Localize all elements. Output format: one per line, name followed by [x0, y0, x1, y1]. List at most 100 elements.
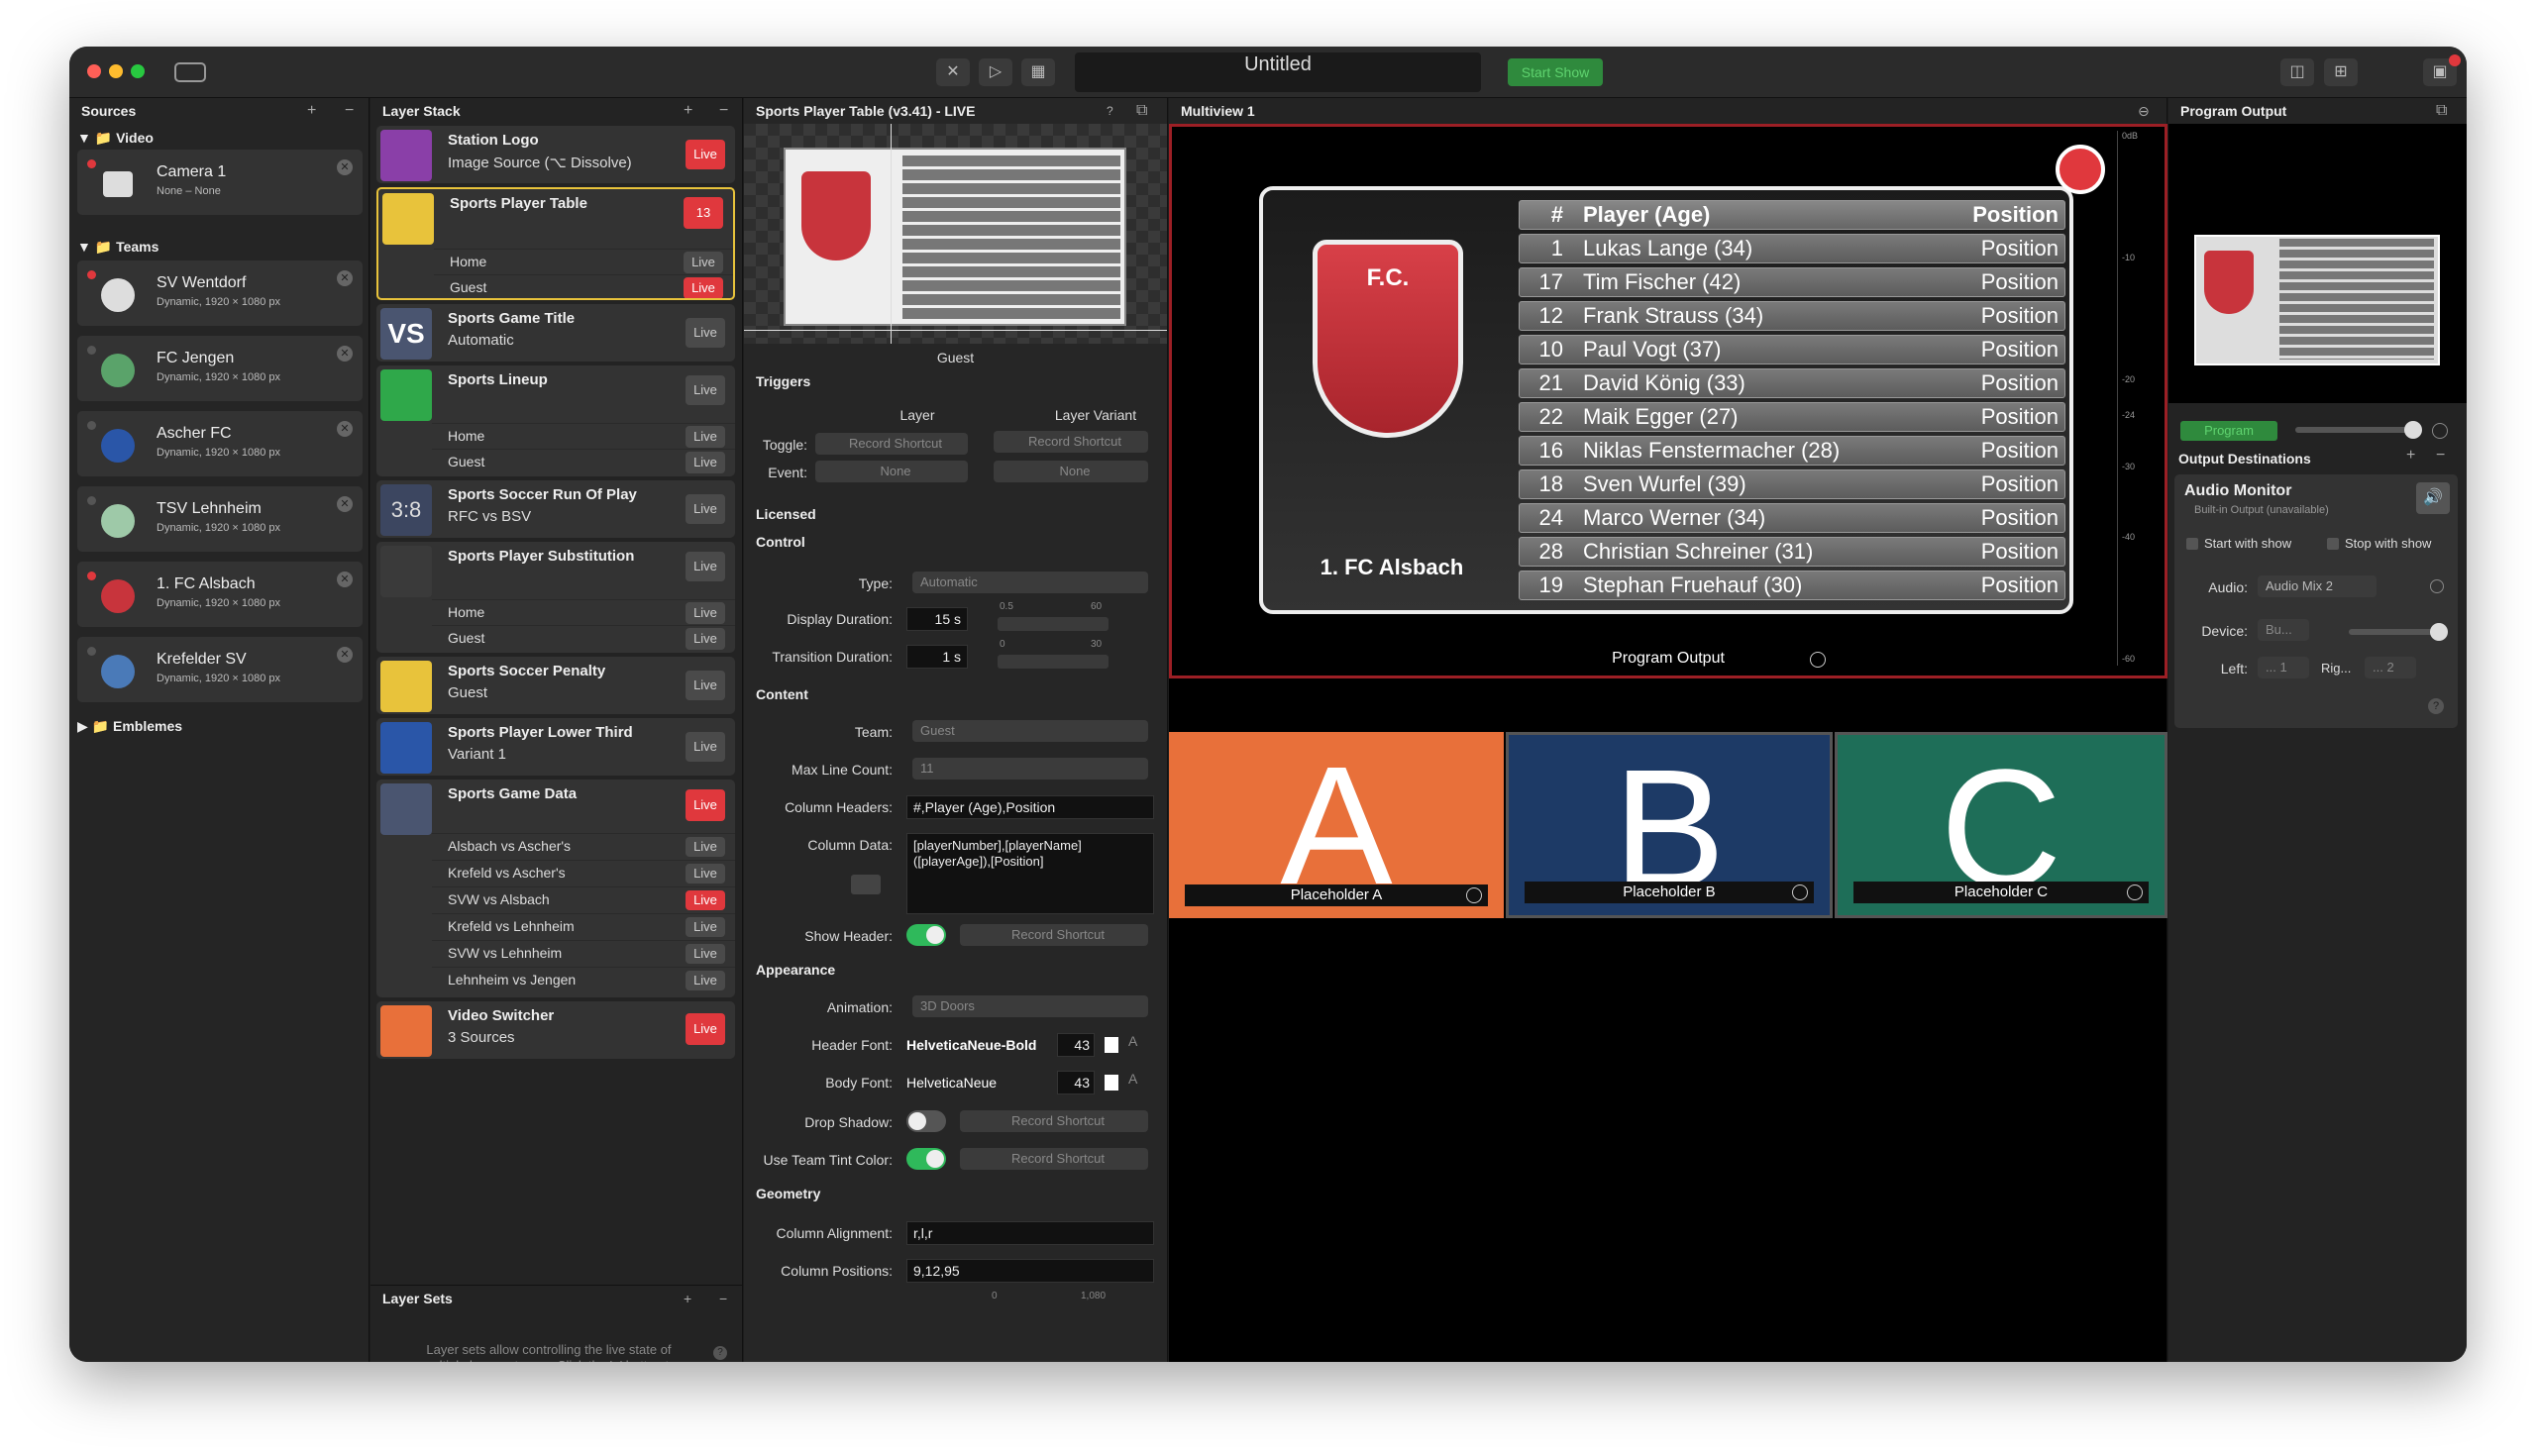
remove-icon[interactable]: ✕ — [337, 572, 353, 587]
group-video[interactable]: ▼ 📁 Video — [77, 130, 154, 147]
column-positions-field[interactable]: 9,12,95 — [906, 1259, 1154, 1283]
more-options-icon[interactable] — [1466, 887, 1482, 903]
color-swatch[interactable] — [1105, 1037, 1118, 1053]
live-button[interactable]: Live — [686, 628, 725, 650]
more-options-icon[interactable] — [2430, 579, 2444, 593]
folder-icon[interactable] — [851, 875, 881, 894]
variant-row[interactable]: Home Live — [432, 599, 735, 625]
group-emblemes[interactable]: ▶ 📁 Emblemes — [77, 718, 182, 735]
variant-row[interactable]: SVW vs Alsbach Live — [432, 886, 735, 912]
show-header-shortcut[interactable]: Record Shortcut — [960, 924, 1148, 946]
variant-row[interactable]: SVW vs Lehnheim Live — [432, 940, 735, 966]
display-duration-slider[interactable] — [998, 617, 1109, 631]
add-layer-set-button[interactable]: + — [684, 1286, 691, 1311]
more-options-icon[interactable] — [2127, 884, 2143, 900]
variant-row[interactable]: Alsbach vs Ascher's Live — [432, 833, 735, 859]
device-select[interactable]: Bu... — [2258, 619, 2309, 641]
live-button[interactable]: Live — [686, 494, 725, 524]
layer-sports-player-lower-third[interactable]: Sports Player Lower Third Variant 1 Live — [376, 718, 735, 776]
popout-icon[interactable]: ⧉ — [1136, 98, 1147, 124]
live-button[interactable]: Live — [686, 732, 725, 762]
variant-event-select[interactable]: None — [994, 461, 1148, 482]
layout-grid-icon[interactable]: ⊞ — [2324, 58, 2358, 86]
header-font-value[interactable]: HelveticaNeue-Bold — [906, 1037, 1036, 1053]
max-line-select[interactable]: 11 — [912, 758, 1148, 780]
layer-sports-soccer-run-of-play[interactable]: 3:8 Sports Soccer Run Of Play RFC vs BSV… — [376, 480, 735, 538]
drop-shadow-shortcut[interactable]: Record Shortcut — [960, 1110, 1148, 1132]
source-camera-1[interactable]: Camera 1 None – None ✕ — [77, 150, 363, 215]
popout-icon[interactable]: ⧉ — [2436, 98, 2447, 124]
audio-monitor-card[interactable]: Audio Monitor Built-in Output (unavailab… — [2174, 474, 2458, 728]
help-icon[interactable]: ? — [713, 1346, 727, 1360]
color-swatch[interactable] — [1105, 1075, 1118, 1091]
program-button[interactable]: Program — [2180, 421, 2277, 441]
live-button[interactable]: Live — [686, 318, 725, 348]
drop-shadow-toggle[interactable] — [906, 1110, 946, 1132]
live-button[interactable]: Live — [686, 971, 725, 990]
volume-slider[interactable] — [2295, 421, 2422, 439]
add-source-button[interactable]: + — [307, 98, 316, 124]
live-button[interactable]: Live — [686, 789, 725, 821]
variant-row[interactable]: Krefeld vs Ascher's Live — [432, 860, 735, 885]
source-ascher-fc[interactable]: Ascher FC Dynamic, 1920 × 1080 px ✕ — [77, 411, 363, 476]
variant-row[interactable]: Lehnheim vs Jengen Live — [432, 967, 735, 992]
help-icon[interactable]: ? — [1107, 98, 1113, 124]
right-channel-select[interactable]: ... 2 — [2365, 657, 2416, 678]
more-options-icon[interactable] — [1792, 884, 1808, 900]
remove-icon[interactable]: ✕ — [337, 647, 353, 663]
remove-destination-button[interactable]: − — [2436, 447, 2445, 465]
source-tsv-lehnheim[interactable]: TSV Lehnheim Dynamic, 1920 × 1080 px ✕ — [77, 486, 363, 552]
live-button[interactable]: Live — [686, 375, 725, 405]
show-header-toggle[interactable] — [906, 924, 946, 946]
more-options-icon[interactable] — [1810, 652, 1826, 668]
placeholder-c[interactable]: C Placeholder C — [1835, 732, 2167, 918]
live-button[interactable]: Live — [684, 252, 723, 273]
layout-single-icon[interactable]: ◫ — [2280, 58, 2314, 86]
clear-icon[interactable]: ✕ — [936, 58, 970, 86]
variant-row[interactable]: Guest Live — [434, 274, 733, 298]
more-options-icon[interactable]: ⊖ — [2138, 98, 2150, 124]
source-fc-jengen[interactable]: FC Jengen Dynamic, 1920 × 1080 px ✕ — [77, 336, 363, 401]
transition-duration-field[interactable]: 1 s — [906, 645, 968, 669]
header-font-size[interactable]: 43 — [1057, 1033, 1095, 1057]
more-options-icon[interactable] — [2432, 423, 2448, 439]
live-button[interactable]: Live — [686, 426, 725, 448]
live-button[interactable]: Live — [686, 552, 725, 581]
live-button[interactable]: Live — [686, 944, 725, 964]
live-button[interactable]: Live — [684, 277, 723, 298]
layer-sports-player-table[interactable]: Sports Player Table 13 Home Live Guest Liv… — [376, 187, 735, 300]
type-select[interactable]: Automatic — [912, 572, 1148, 593]
live-button[interactable]: Live — [686, 890, 725, 910]
variant-row[interactable]: Guest Live — [432, 449, 735, 474]
layer-station-logo[interactable]: Station Logo Image Source (⌥ Dissolve) L… — [376, 126, 735, 183]
live-button[interactable]: Live — [686, 452, 725, 473]
animation-select[interactable]: 3D Doors — [912, 995, 1148, 1017]
remove-layer-set-button[interactable]: − — [719, 1286, 727, 1311]
remove-icon[interactable]: ✕ — [337, 496, 353, 512]
remove-layer-button[interactable]: − — [719, 98, 728, 124]
zoom-window-button[interactable] — [131, 64, 145, 78]
remove-icon[interactable]: ✕ — [337, 159, 353, 175]
remove-icon[interactable]: ✕ — [337, 421, 353, 437]
minimize-window-button[interactable] — [109, 64, 123, 78]
start-with-show-checkbox[interactable] — [2186, 538, 2198, 550]
layer-video-switcher[interactable]: Video Switcher 3 Sources Live — [376, 1001, 735, 1059]
layer-toggle-shortcut[interactable]: Record Shortcut — [815, 433, 968, 455]
tint-shortcut[interactable]: Record Shortcut — [960, 1148, 1148, 1170]
source-krefelder-sv[interactable]: Krefelder SV Dynamic, 1920 × 1080 px ✕ — [77, 637, 363, 702]
team-select[interactable]: Guest — [912, 720, 1148, 742]
left-channel-select[interactable]: ... 1 — [2258, 657, 2309, 678]
display-duration-field[interactable]: 15 s — [906, 607, 968, 631]
help-icon[interactable]: ? — [2428, 698, 2444, 714]
layer-sports-soccer-penalty[interactable]: Sports Soccer Penalty Guest Live — [376, 657, 735, 714]
variant-toggle-shortcut[interactable]: Record Shortcut — [994, 431, 1148, 453]
live-button[interactable]: Live — [686, 864, 725, 884]
source-fc-alsbach[interactable]: 1. FC Alsbach Dynamic, 1920 × 1080 px ✕ — [77, 562, 363, 627]
variant-row[interactable]: Krefeld vs Lehnheim Live — [432, 913, 735, 939]
source-sv-wentdorf[interactable]: SV Wentdorf Dynamic, 1920 × 1080 px ✕ — [77, 260, 363, 326]
transition-duration-slider[interactable] — [998, 655, 1109, 669]
font-style-icon[interactable]: A — [1128, 1071, 1137, 1087]
variant-row[interactable]: Home Live — [434, 249, 733, 274]
stop-with-show-checkbox[interactable] — [2327, 538, 2339, 550]
variant-row[interactable]: Guest Live — [432, 625, 735, 651]
